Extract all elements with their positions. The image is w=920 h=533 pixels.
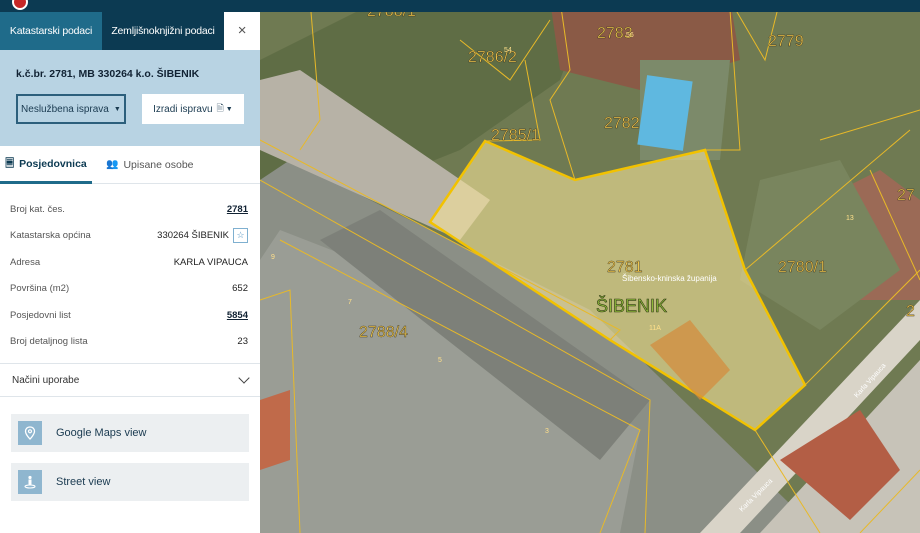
house-number: 3 [545,428,549,435]
parcel-header: k.č.br. 2781, MB 330264 k.o. ŠIBENIK Nes… [0,50,260,146]
document-buttons: Neslužbena isprava ▼ Izradi ispravu 🗎 ▼ [16,94,244,124]
document-icon: 🗎 [216,103,224,113]
map-canvas[interactable]: 2788/1 2783 2779 2786/2 2785/1 2782 2781… [260,0,920,533]
people-icon: 👥 [106,159,119,170]
make-document-label: Izradi ispravu [153,103,213,115]
parcel-label: 2780/1 [778,259,827,276]
tab-posjedovnica-label: Posjedovnica [19,157,87,170]
house-number: 11A [649,325,661,332]
tab-registered-persons[interactable]: 👥 Upisane osobe [92,146,208,184]
house-number: 5 [438,357,442,364]
unofficial-document-label: Neslužbena isprava [21,103,109,115]
document-icon: 🗏 [5,157,15,170]
house-number: 54 [504,47,512,54]
caret-down-icon: ▼ [113,105,121,113]
parcel-label: 2 [906,303,915,320]
subtab-bar: 🗏 Posjedovnica 👥 Upisane osobe [0,146,260,184]
info-row: Površina (m2) 652 [10,276,248,303]
possession-sheet-link[interactable]: 5854 [227,310,248,321]
info-row: Posjedovni list 5854 [10,302,248,329]
info-label: Površina (m2) [10,283,70,295]
top-bar [0,0,920,12]
street-view-button[interactable]: Street view [11,463,249,501]
info-row: Katastarska općina 330264 ŠIBENIK ☆ [10,223,248,250]
cadastral-municipality-value: 330264 ŠIBENIK [157,230,229,242]
address-value: KARLA VIPAUCA [173,256,248,268]
google-maps-view-button[interactable]: Google Maps view [11,414,249,452]
unofficial-document-button[interactable]: Neslužbena isprava ▼ [16,94,126,124]
tab-bar: Katastarski podaci Zemljišnoknjižni poda… [0,12,260,50]
info-label: Posjedovni list [10,309,71,321]
parcel-label: 2782 [604,115,640,132]
parcel-owner-label: Šibensko-kninska županija [622,274,717,283]
info-label: Broj detaljnog lista [10,336,88,348]
tab-land-registry-data[interactable]: Zemljišnoknjižni podaci [102,12,224,50]
star-icon[interactable]: ☆ [233,228,248,244]
tab-registered-persons-label: Upisane osobe [123,159,194,171]
street-view-label: Street view [56,476,111,488]
parcel-label: 2785/1 [491,127,540,144]
info-row: Broj kat. čes. 2781 [10,196,248,223]
place-label: ŠIBENIK [596,295,667,316]
info-label: Broj kat. čes. [10,203,65,215]
info-value: 330264 ŠIBENIK ☆ [157,228,248,244]
make-document-button[interactable]: Izradi ispravu 🗎 ▼ [141,94,244,124]
usage-accordion[interactable]: Načini uporabe [0,363,260,397]
usage-accordion-label: Načini uporabe [12,374,80,386]
google-maps-view-label: Google Maps view [56,427,147,439]
cadastral-map[interactable]: 2788/1 2783 2779 2786/2 2785/1 2782 2781… [260,0,920,533]
house-number: 56 [626,32,634,39]
chevron-down-icon [238,372,250,384]
info-label: Adresa [10,256,41,268]
parcel-label: 2779 [768,33,804,50]
tab-cadastral-data[interactable]: Katastarski podaci [0,12,102,50]
close-icon[interactable]: × [224,12,260,50]
parcel-label: 27 [897,187,915,204]
sidebar: Katastarski podaci Zemljišnoknjižni poda… [0,12,260,533]
map-pin-icon [18,421,42,445]
coat-of-arms-icon [12,0,28,10]
area-value: 652 [232,283,248,295]
parcel-number-link[interactable]: 2781 [227,204,248,215]
parcel-info: Broj kat. čes. 2781 Katastarska općina 3… [0,184,260,355]
street-view-icon [18,470,42,494]
house-number: 13 [846,215,854,222]
info-row: Adresa KARLA VIPAUCA [10,249,248,276]
house-number: 9 [271,254,275,261]
info-row: Broj detaljnog lista 23 [10,329,248,356]
parcel-label: 2788/4 [359,324,408,341]
house-number: 7 [348,299,352,306]
tab-posjedovnica[interactable]: 🗏 Posjedovnica [0,146,92,184]
info-label: Katastarska općina [10,230,91,242]
parcel-title: k.č.br. 2781, MB 330264 k.o. ŠIBENIK [16,68,200,80]
detail-sheet-value: 23 [237,336,248,348]
caret-down-icon: ▼ [225,105,233,113]
